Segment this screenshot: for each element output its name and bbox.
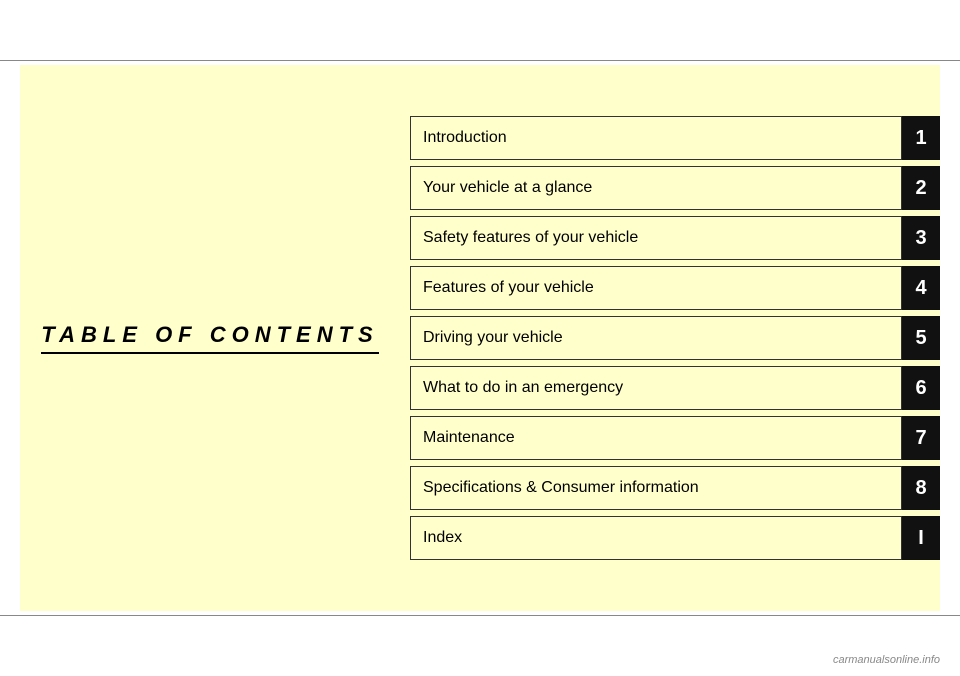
toc-row[interactable]: Safety features of your vehicle3 bbox=[410, 216, 940, 260]
toc-item-number[interactable]: 2 bbox=[902, 166, 940, 210]
toc-row[interactable]: Features of your vehicle4 bbox=[410, 266, 940, 310]
watermark: carmanualsonline.info bbox=[833, 654, 940, 666]
toc-item-label: Introduction bbox=[410, 116, 902, 160]
toc-item-number[interactable]: 4 bbox=[902, 266, 940, 310]
toc-item-label: Maintenance bbox=[410, 416, 902, 460]
toc-row[interactable]: Specifications & Consumer information8 bbox=[410, 466, 940, 510]
toc-item-number[interactable]: 3 bbox=[902, 216, 940, 260]
toc-row[interactable]: Introduction1 bbox=[410, 116, 940, 160]
toc-item-label: Your vehicle at a glance bbox=[410, 166, 902, 210]
toc-item-label: Specifications & Consumer information bbox=[410, 466, 902, 510]
top-rule bbox=[0, 60, 960, 61]
toc-item-label: What to do in an emergency bbox=[410, 366, 902, 410]
toc-item-label: Features of your vehicle bbox=[410, 266, 902, 310]
toc-item-number[interactable]: I bbox=[902, 516, 940, 560]
bottom-rule bbox=[0, 615, 960, 616]
toc-item-number[interactable]: 8 bbox=[902, 466, 940, 510]
toc-row[interactable]: Your vehicle at a glance2 bbox=[410, 166, 940, 210]
toc-title: TABLE OF CONTENTS bbox=[41, 322, 378, 354]
toc-row[interactable]: IndexI bbox=[410, 516, 940, 560]
toc-list: Introduction1Your vehicle at a glance2Sa… bbox=[400, 65, 940, 611]
toc-item-label: Driving your vehicle bbox=[410, 316, 902, 360]
left-panel: TABLE OF CONTENTS bbox=[20, 65, 400, 611]
toc-row[interactable]: Maintenance7 bbox=[410, 416, 940, 460]
toc-row[interactable]: Driving your vehicle5 bbox=[410, 316, 940, 360]
toc-item-label: Index bbox=[410, 516, 902, 560]
toc-item-number[interactable]: 7 bbox=[902, 416, 940, 460]
main-content: TABLE OF CONTENTS Introduction1Your vehi… bbox=[20, 65, 940, 611]
toc-row[interactable]: What to do in an emergency6 bbox=[410, 366, 940, 410]
toc-item-label: Safety features of your vehicle bbox=[410, 216, 902, 260]
toc-item-number[interactable]: 5 bbox=[902, 316, 940, 360]
toc-item-number[interactable]: 1 bbox=[902, 116, 940, 160]
toc-item-number[interactable]: 6 bbox=[902, 366, 940, 410]
